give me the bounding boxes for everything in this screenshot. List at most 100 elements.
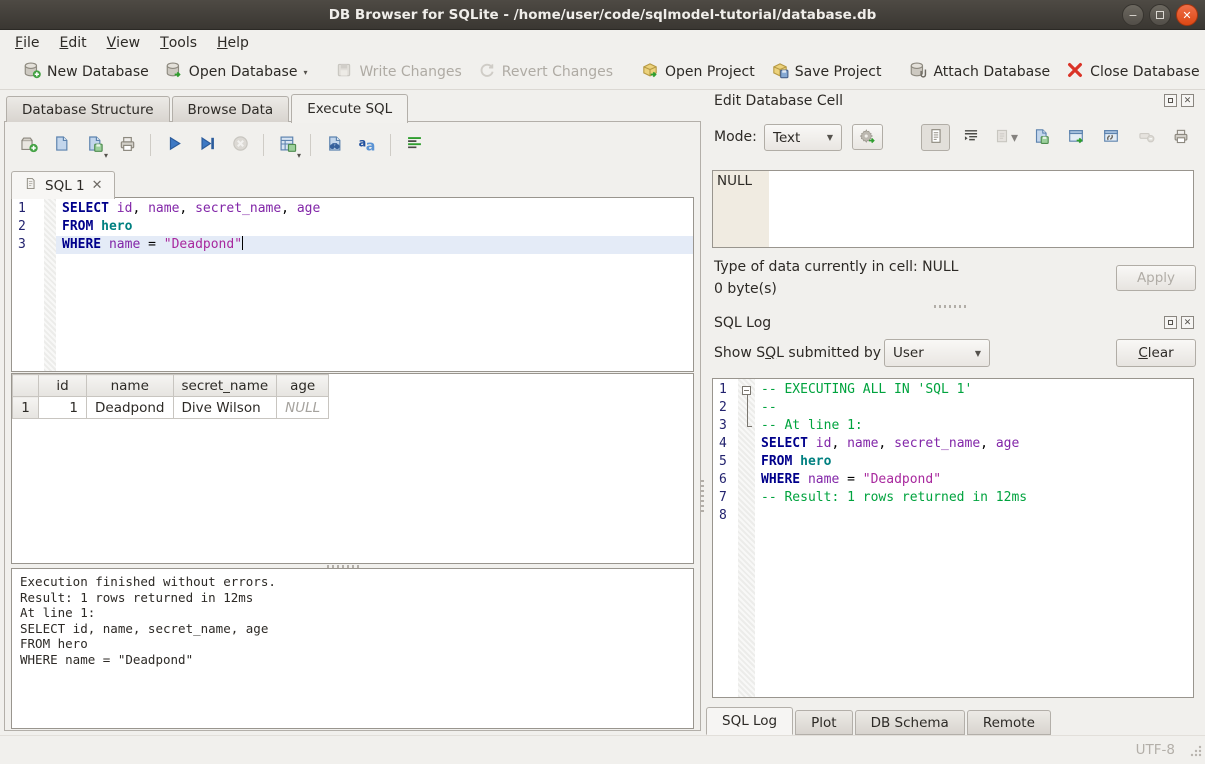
column-header-secret_name[interactable]: secret_name (173, 375, 277, 397)
copy-cell-link-button[interactable] (1096, 124, 1125, 151)
dock-tab-plot[interactable]: Plot (795, 710, 852, 735)
chevron-down-icon: ▾ (1011, 130, 1018, 146)
export-cell-data-button[interactable] (1026, 124, 1055, 151)
save-project-button[interactable]: Save Project (763, 57, 890, 87)
code-text: FROM hero (755, 453, 1193, 471)
code-text (755, 507, 1193, 525)
menu-tools[interactable]: Tools (150, 30, 207, 55)
revert-icon (478, 61, 496, 83)
code-text: -- Result: 1 rows returned in 12ms (755, 489, 1193, 507)
chevron-down-icon: ▾ (297, 151, 301, 160)
code-line-7: 7-- Result: 1 rows returned in 12ms (713, 489, 1193, 507)
line-number: 5 (713, 453, 738, 471)
auto-completion-button[interactable]: aa (354, 132, 380, 158)
cell-age[interactable]: NULL (277, 397, 329, 419)
tab-database-structure[interactable]: Database Structure (6, 96, 170, 122)
sql-tab-close-icon[interactable]: ✕ (92, 178, 103, 193)
new-sql-tab-button[interactable] (15, 132, 41, 158)
cell-content-area[interactable] (769, 171, 1193, 247)
cell-id[interactable]: 1 (39, 397, 87, 419)
word-wrap-button[interactable] (956, 124, 985, 151)
save-results-view-button[interactable]: ▾ (274, 132, 300, 158)
titlebar[interactable]: DB Browser for SQLite - /home/user/code/… (0, 0, 1205, 30)
line-number: 2 (713, 399, 738, 417)
execute-sql-panel: ▾ ▾ aa SQL 1 ✕ 1SELECT id, name, secret_na… (4, 121, 701, 731)
execution-message-box[interactable]: Execution finished without errors.Result… (11, 568, 694, 729)
open-project-label: Open Project (665, 64, 755, 80)
execute-all-button[interactable] (161, 132, 187, 158)
float-glyph (1168, 98, 1173, 103)
line-number: 1 (12, 200, 44, 218)
stop-icon (231, 134, 250, 157)
doc-text-icon (927, 127, 945, 149)
vertical-splitter-handle[interactable] (701, 480, 704, 514)
text-cursor (242, 236, 243, 250)
close-icon: ✕ (1182, 9, 1191, 22)
float-panel-icon[interactable] (1164, 94, 1177, 107)
format-sql-button[interactable] (401, 132, 427, 158)
db-attach-icon (909, 61, 927, 83)
open-in-external-app-button[interactable] (1061, 124, 1090, 151)
close-panel-icon[interactable]: ✕ (1181, 94, 1194, 107)
sql-tab[interactable]: SQL 1 ✕ (11, 171, 115, 199)
tab-execute-sql[interactable]: Execute SQL (291, 94, 408, 123)
dock-splitter-handle[interactable] (934, 305, 968, 308)
close-database-button[interactable]: Close Database (1058, 57, 1205, 87)
print-icon (1172, 127, 1190, 149)
maximize-button[interactable] (1149, 4, 1171, 26)
save-results-icon (278, 134, 297, 157)
sql-log-view[interactable]: 1-- EXECUTING ALL IN 'SQL 1'2--3-- At li… (712, 378, 1194, 698)
column-header-age[interactable]: age (277, 375, 329, 397)
open-database-button[interactable]: Open Database▾ (157, 57, 316, 87)
sql-editor[interactable]: 1SELECT id, name, secret_name, age2FROM … (11, 197, 694, 372)
resize-grip[interactable] (1189, 744, 1202, 761)
close-button[interactable]: ✕ (1176, 4, 1198, 26)
db-close-icon (1066, 61, 1084, 83)
cell-name[interactable]: Deadpond (87, 397, 174, 419)
dock-tab-sql-log[interactable]: SQL Log (706, 707, 793, 735)
cell-secret_name[interactable]: Dive Wilson (173, 397, 277, 419)
show-sql-label: Show SQL submitted by (714, 345, 881, 361)
save-sql-file-button[interactable]: ▾ (81, 132, 107, 158)
find-in-sql-button[interactable] (321, 132, 347, 158)
dock-tab-db-schema[interactable]: DB Schema (855, 710, 965, 735)
results-header-row: idnamesecret_nameage (13, 375, 329, 397)
print-cell-button[interactable] (1166, 124, 1195, 151)
open-sql-file-button[interactable] (48, 132, 74, 158)
float-panel-icon[interactable] (1164, 316, 1177, 329)
code-text: WHERE name = "Deadpond" (56, 236, 693, 254)
attach-database-button[interactable]: Attach Database (901, 57, 1058, 87)
letters-icon: aa (358, 134, 377, 157)
cell-editor[interactable]: NULL (712, 170, 1194, 248)
text-display-mode-button[interactable] (921, 124, 950, 151)
dock-tab-remote[interactable]: Remote (967, 710, 1051, 735)
menu-file[interactable]: File (5, 30, 49, 55)
clear-log-button[interactable]: Clear (1116, 339, 1196, 367)
play-line-icon (198, 134, 217, 157)
tab-browse-data[interactable]: Browse Data (172, 96, 290, 122)
log-filter-select[interactable]: User ▼ (884, 339, 990, 367)
open-project-button[interactable]: Open Project (633, 57, 763, 87)
sql-tab-label: SQL 1 (45, 178, 85, 194)
fold-marker[interactable] (738, 381, 755, 399)
menu-label-key: V (107, 35, 117, 51)
apply-format-button[interactable] (852, 124, 883, 150)
fold-margin (738, 435, 755, 453)
execute-current-line-button[interactable] (194, 132, 220, 158)
menu-help[interactable]: Help (207, 30, 259, 55)
print-sql-button[interactable] (114, 132, 140, 158)
close-panel-icon[interactable]: ✕ (1181, 316, 1194, 329)
stop-execution-button (227, 132, 253, 158)
menu-edit[interactable]: Edit (49, 30, 96, 55)
column-header-id[interactable]: id (39, 375, 87, 397)
minimize-button[interactable]: − (1122, 4, 1144, 26)
menu-view[interactable]: View (97, 30, 151, 55)
attach-database-label: Attach Database (933, 64, 1050, 80)
mode-select[interactable]: Text ▼ (764, 124, 842, 151)
row-header[interactable]: 1 (13, 397, 39, 419)
new-database-button[interactable]: New Database (15, 57, 157, 87)
revert-changes-label: Revert Changes (502, 64, 613, 80)
message-line: At line 1: (20, 605, 685, 621)
code-line-1: 1-- EXECUTING ALL IN 'SQL 1' (713, 381, 1193, 399)
column-header-name[interactable]: name (87, 375, 174, 397)
